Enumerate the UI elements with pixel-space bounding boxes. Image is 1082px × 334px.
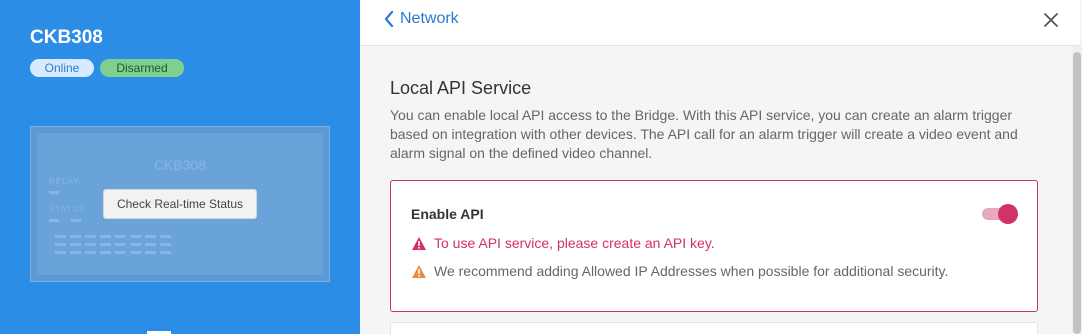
api-key-error-message: To use API service, please create an API… [411, 235, 715, 251]
section-description: You can enable local API access to the B… [390, 107, 1018, 161]
device-image-led [49, 191, 59, 194]
device-image-label-status: STATUS [49, 205, 86, 214]
device-image-label-relay: RELAY [49, 177, 80, 186]
warning-icon [412, 264, 426, 278]
device-image-terminal-row [55, 235, 171, 238]
device-image-terminal-row [55, 251, 171, 254]
online-badge: Online [30, 59, 94, 77]
chevron-left-icon [384, 11, 394, 27]
enable-api-label: Enable API [411, 206, 484, 222]
enable-api-toggle[interactable] [982, 203, 1018, 224]
enable-api-card: Enable API To use API service, please cr… [390, 180, 1038, 312]
device-image-led [71, 219, 81, 222]
back-to-network-link[interactable]: Network [384, 10, 459, 28]
error-warning-icon [412, 236, 426, 250]
section-title: Local API Service [390, 78, 532, 98]
back-link-label: Network [400, 10, 459, 27]
device-panel: CKB308 Online Disarmed CKB308 RELAY STAT… [0, 0, 360, 334]
disarmed-badge: Disarmed [100, 59, 184, 77]
warning-message-text: We recommend adding Allowed IP Addresses… [434, 263, 949, 279]
settings-panel: Network Local API Service You can enable… [360, 0, 1082, 334]
error-message-text: To use API service, please create an API… [434, 235, 715, 251]
close-icon[interactable] [1042, 11, 1060, 29]
device-image-title: CKB308 [153, 157, 207, 173]
scrollbar[interactable] [1072, 46, 1082, 334]
toggle-knob [998, 204, 1018, 224]
scrollbar-thumb[interactable] [1073, 52, 1081, 334]
settings-header: Network [360, 0, 1080, 46]
device-image-terminal-row [55, 243, 171, 246]
allowed-ip-warning-message: We recommend adding Allowed IP Addresses… [411, 263, 948, 279]
check-realtime-status-button[interactable]: Check Real-time Status [103, 189, 257, 219]
device-name: CKB308 [30, 27, 103, 48]
device-image-led [49, 219, 59, 222]
next-settings-card [390, 322, 1038, 334]
